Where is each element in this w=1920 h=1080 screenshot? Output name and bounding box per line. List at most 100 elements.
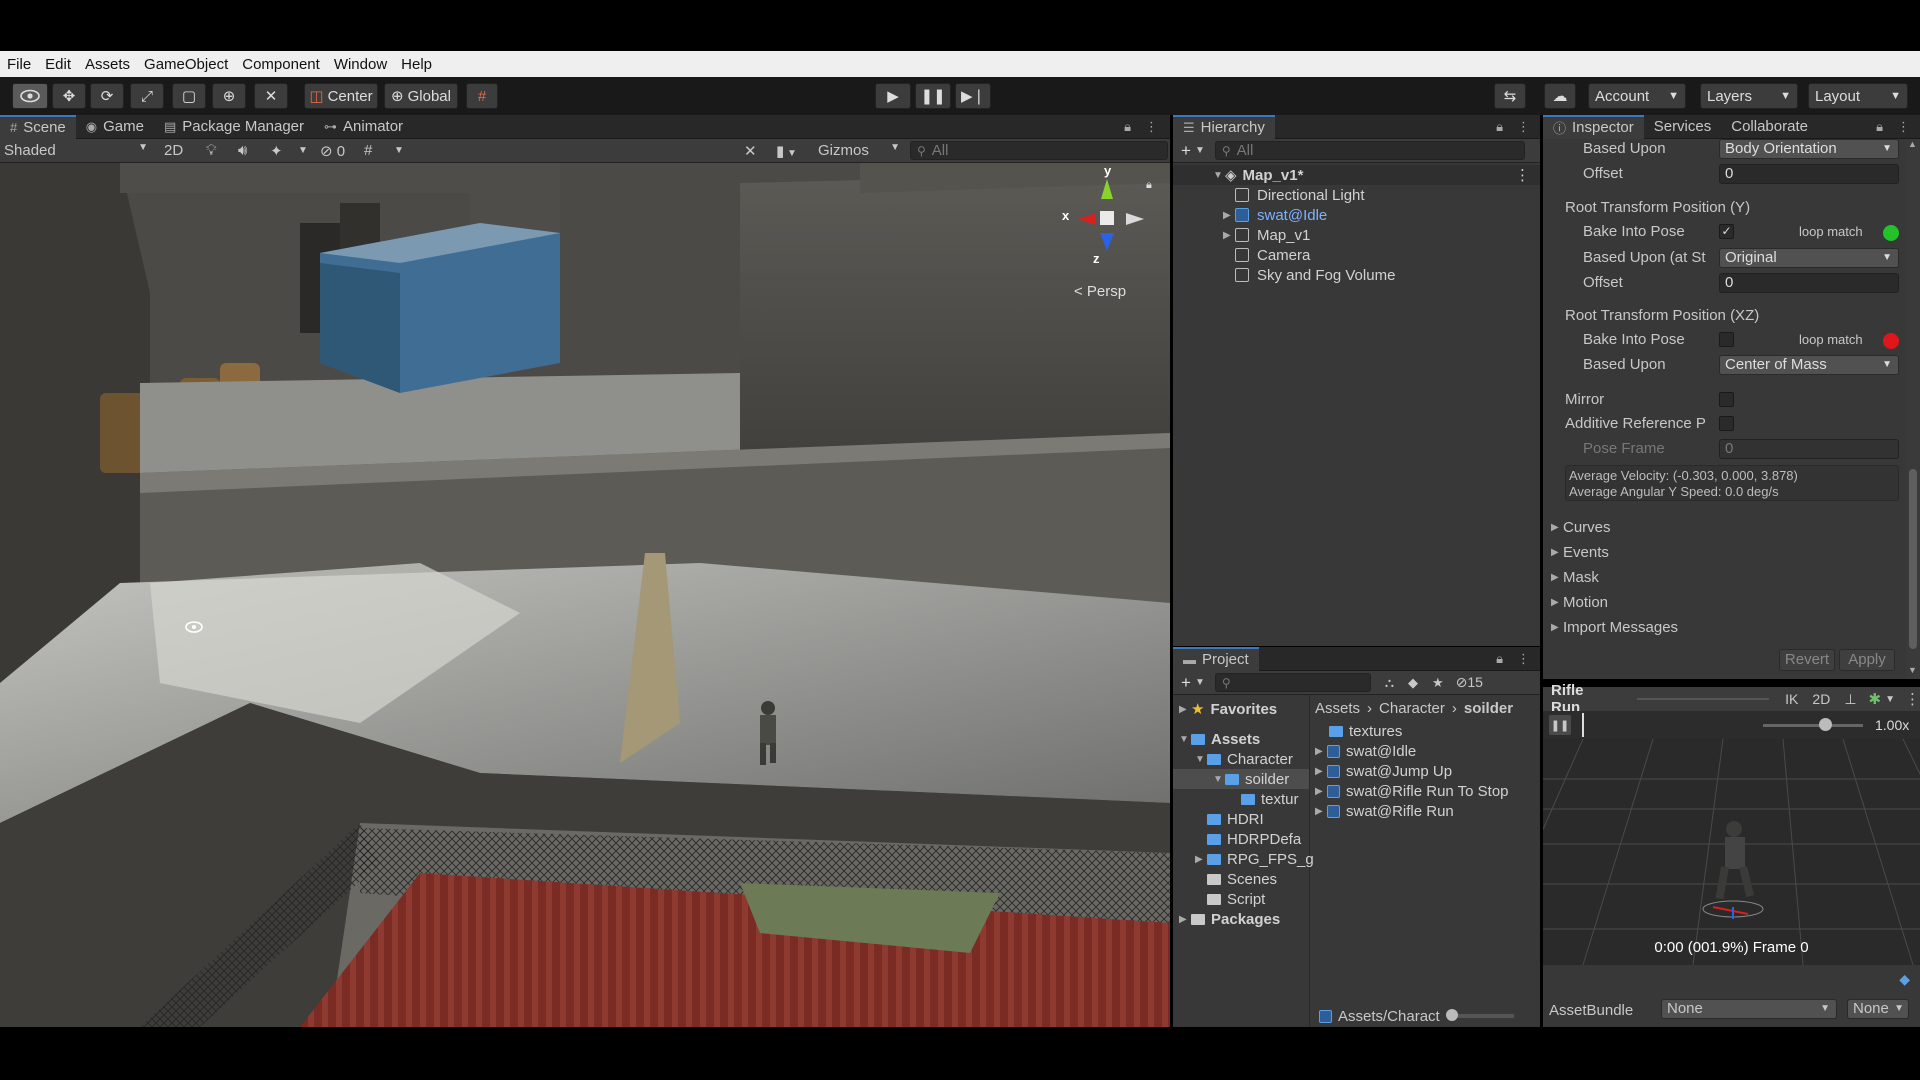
inspector-scrollbar[interactable]: ▲ ▼ <box>1906 139 1920 679</box>
kebab-menu-icon[interactable]: ⋮ <box>1517 651 1530 667</box>
custom-tool-icon[interactable]: ✕ <box>254 83 288 109</box>
scroll-up-icon[interactable]: ▲ <box>1908 139 1917 149</box>
tab-collaborate[interactable]: Collaborate <box>1721 115 1818 139</box>
expand-arrow-icon[interactable]: ▶ <box>1179 914 1191 925</box>
timeline-playhead[interactable] <box>1581 713 1584 737</box>
scrollbar-thumb[interactable] <box>1909 469 1917 649</box>
add-icon[interactable]: + <box>1181 141 1191 161</box>
collab-icon[interactable]: ⇆ <box>1494 83 1526 109</box>
preview-play-pause-button[interactable]: ❚❚ <box>1549 715 1571 735</box>
lock-icon[interactable]: 🔒︎ <box>1124 119 1131 135</box>
projection-toggle[interactable]: < Persp <box>1074 283 1126 300</box>
avatar-preview-icon[interactable]: ✱ <box>1869 690 1882 708</box>
speed-slider-handle[interactable] <box>1819 717 1832 731</box>
chevron-down-icon[interactable]: ▼ <box>1885 694 1895 705</box>
gizmos-dropdown[interactable]: Gizmos ▼ <box>818 142 900 159</box>
search-by-label-icon[interactable]: ◆ <box>1408 675 1418 691</box>
lock-icon[interactable]: 🔒︎ <box>1496 651 1503 667</box>
icon-size-slider[interactable] <box>1445 1009 1514 1021</box>
mirror-checkbox[interactable] <box>1719 392 1734 407</box>
search-by-type-icon[interactable]: ⛬ <box>1385 675 1394 691</box>
expand-arrow-icon[interactable]: ▶ <box>1223 230 1235 241</box>
shading-mode-dropdown[interactable]: Shaded ▼ <box>4 142 148 159</box>
preview-drag-handle[interactable] <box>1637 698 1770 700</box>
foldout-mask[interactable]: ▶ Mask <box>1551 565 1678 590</box>
animation-preview-viewport[interactable]: 0:00 (001.9%) Frame 0 <box>1543 739 1920 965</box>
scene-root-item[interactable]: ▼ ◈ Map_v1* ⋮ <box>1173 165 1540 185</box>
scene-viewport[interactable]: y x z < Persp 🔒︎ <box>0 163 1170 1027</box>
preview-speed-slider[interactable] <box>1763 717 1863 731</box>
packages-item[interactable]: ▶ Packages <box>1173 909 1280 929</box>
grid-toggle-icon[interactable]: # <box>364 142 372 159</box>
audio-icon[interactable]: 🔊︎ <box>238 142 247 159</box>
rotate-tool-icon[interactable]: ⟳ <box>90 83 124 109</box>
assetbundle-dropdown[interactable]: None ▼ <box>1661 999 1837 1019</box>
folder-item[interactable]: ▼ Character <box>1173 749 1293 769</box>
hidden-objects-toggle[interactable]: ⊘ 0 <box>320 142 345 160</box>
expand-arrow-icon[interactable]: ▼ <box>1195 754 1207 765</box>
ik-toggle[interactable]: IK <box>1785 691 1798 707</box>
menu-help[interactable]: Help <box>394 56 439 73</box>
hierarchy-search-field[interactable]: ⚲ All <box>1214 141 1525 160</box>
folder-item[interactable]: Scenes <box>1173 869 1277 889</box>
expand-arrow-icon[interactable]: ▼ <box>1213 774 1225 785</box>
lock-icon[interactable]: 🔒︎ <box>1496 119 1503 135</box>
additive-reference-checkbox[interactable] <box>1719 416 1734 431</box>
folder-item-selected[interactable]: ▼ soilder <box>1173 769 1309 789</box>
chevron-down-icon[interactable]: ▼ <box>1195 677 1205 688</box>
menu-window[interactable]: Window <box>327 56 394 73</box>
account-dropdown[interactable]: Account ▼ <box>1588 83 1686 109</box>
asset-item[interactable]: ▶ swat@Jump Up <box>1315 761 1452 781</box>
menu-assets[interactable]: Assets <box>78 56 137 73</box>
layers-dropdown[interactable]: Layers ▼ <box>1700 83 1798 109</box>
play-button[interactable]: ▶ <box>875 83 911 109</box>
based-upon-xz-dropdown[interactable]: Center of Mass ▼ <box>1719 355 1899 375</box>
foldout-events[interactable]: ▶ Events <box>1551 540 1678 565</box>
kebab-menu-icon[interactable]: ⋮ <box>1515 166 1530 184</box>
hierarchy-item[interactable]: ▶ Map_v1 <box>1173 225 1310 245</box>
scene-search-field[interactable]: ⚲ All <box>910 141 1168 160</box>
tab-animator[interactable]: ⊶ Animator <box>314 115 413 139</box>
asset-item[interactable]: ▶ swat@Idle <box>1315 741 1416 761</box>
cloud-icon[interactable]: ☁ <box>1544 83 1576 109</box>
expand-arrow-icon[interactable]: ▶ <box>1195 854 1207 865</box>
expand-arrow-icon[interactable]: ▶ <box>1315 786 1327 797</box>
toggle-2d-button[interactable]: 2D <box>164 142 183 159</box>
menu-component[interactable]: Component <box>235 56 327 73</box>
assets-root-item[interactable]: ▼ Assets <box>1173 729 1260 749</box>
scroll-down-icon[interactable]: ▼ <box>1908 665 1917 675</box>
add-icon[interactable]: + <box>1181 673 1191 693</box>
preview-timeline[interactable] <box>1579 713 1719 737</box>
folder-item[interactable]: HDRPDefa <box>1173 829 1301 849</box>
lighting-icon[interactable]: 💡︎ <box>206 142 217 159</box>
kebab-menu-icon[interactable]: ⋮ <box>1517 119 1530 135</box>
asset-item[interactable]: textures <box>1315 721 1402 741</box>
grid-snap-icon[interactable]: # <box>466 83 498 109</box>
tab-inspector[interactable]: ⓘ Inspector <box>1543 114 1644 139</box>
space-global-button[interactable]: ⊕ Global <box>384 83 458 109</box>
based-upon-start-dropdown[interactable]: Original ▼ <box>1719 248 1899 268</box>
hierarchy-item[interactable]: ▶ swat@Idle <box>1173 205 1327 225</box>
expand-arrow-icon[interactable]: ▶ <box>1179 704 1191 715</box>
pivot-toggle-icon[interactable]: ⊥ <box>1844 691 1856 708</box>
expand-arrow-icon[interactable]: ▶ <box>1223 210 1235 221</box>
based-upon-dropdown[interactable]: Body Orientation ▼ <box>1719 139 1899 159</box>
expand-arrow-icon[interactable]: ▶ <box>1315 746 1327 757</box>
expand-arrow-icon[interactable]: ▶ <box>1315 806 1327 817</box>
favorite-star-icon[interactable]: ★ <box>1432 675 1444 691</box>
tab-hierarchy[interactable]: ☰ Hierarchy <box>1173 114 1275 139</box>
bake-into-pose-y-checkbox[interactable]: ✓ <box>1719 224 1734 239</box>
foldout-motion[interactable]: ▶ Motion <box>1551 590 1678 615</box>
foldout-curves[interactable]: ▶ Curves <box>1551 515 1678 540</box>
rect-tool-icon[interactable]: ▢ <box>172 83 206 109</box>
effects-dropdown-icon[interactable]: ▼ <box>298 145 308 156</box>
icon-size-slider-handle[interactable] <box>1445 1009 1458 1021</box>
breadcrumb-character[interactable]: Character <box>1379 700 1445 717</box>
tab-game[interactable]: ◉ Game <box>76 115 154 139</box>
tab-scene[interactable]: # Scene <box>0 114 76 139</box>
folder-item[interactable]: textur <box>1173 789 1299 809</box>
lock-icon[interactable]: 🔒︎ <box>1876 119 1883 135</box>
gizmo-lock-icon[interactable]: 🔒︎ <box>1146 179 1152 192</box>
effects-icon[interactable]: ✦ <box>270 142 283 160</box>
expand-arrow-icon[interactable]: ▼ <box>1179 734 1191 745</box>
